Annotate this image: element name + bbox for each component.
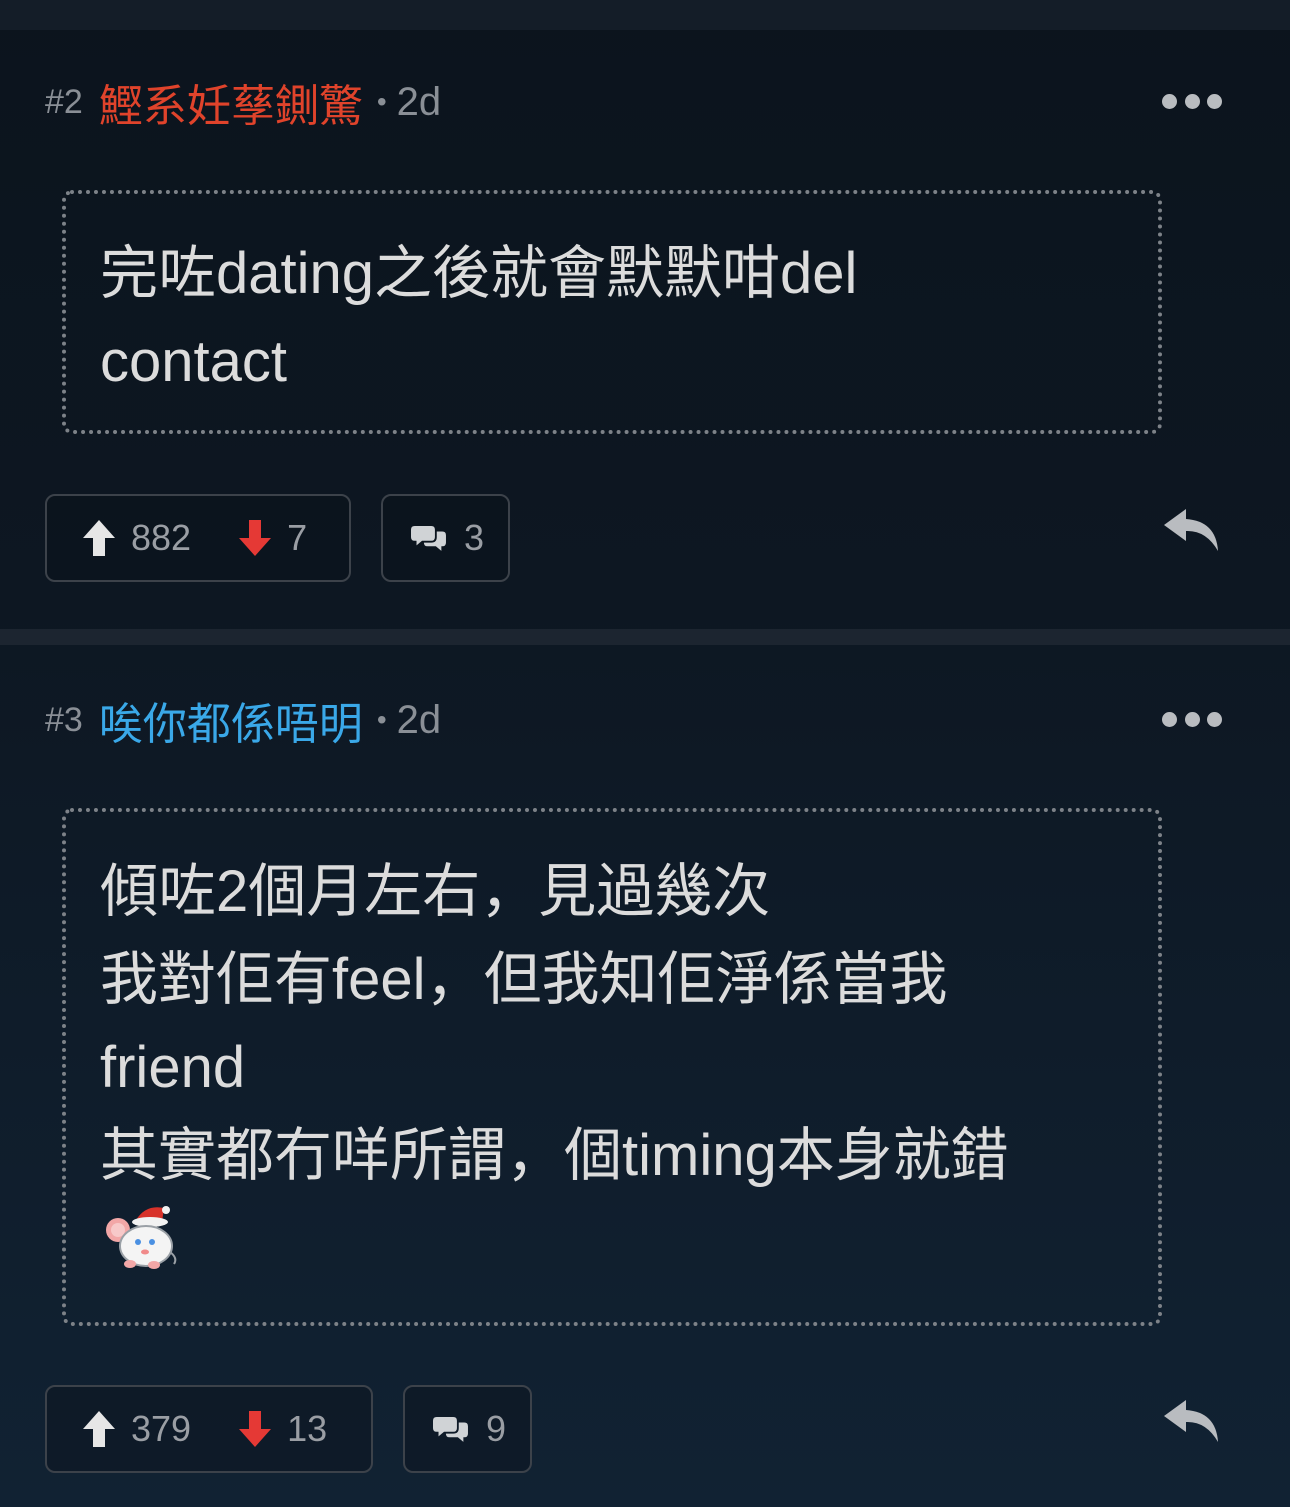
floor-number: #3 (45, 700, 83, 739)
vote-group: 882 7 (45, 494, 351, 582)
post-divider (0, 629, 1290, 645)
downvote-button[interactable]: 13 (237, 1408, 327, 1450)
content-line: contact (100, 329, 287, 394)
arrow-down-icon (239, 1411, 272, 1447)
author-name[interactable]: 鰹系妊孶鍘驚 (99, 70, 363, 134)
top-strip (0, 0, 1290, 30)
arrow-up-icon (83, 1411, 115, 1447)
post-time: 2d (396, 79, 442, 124)
upvote-count: 379 (131, 1408, 192, 1449)
comment-count: 9 (485, 1408, 506, 1449)
comment-count: 3 (463, 517, 484, 558)
more-options-icon[interactable] (1162, 709, 1222, 729)
post-header: #2 鰹系妊孶鍘驚 • 2d (45, 72, 441, 132)
comment-bubble-icon (411, 526, 446, 551)
reply-arrow-icon[interactable] (1162, 1396, 1220, 1444)
upvote-button[interactable]: 882 (81, 517, 191, 559)
more-options-icon[interactable] (1162, 91, 1222, 111)
downvote-button[interactable]: 7 (237, 517, 307, 559)
comment-bubble-icon (433, 1417, 468, 1442)
content-line: friend (100, 1035, 246, 1100)
arrow-down-icon (239, 520, 272, 556)
content-line: 我對佢有feel，但我知佢淨係當我 (100, 947, 948, 1012)
floor-number: #2 (45, 82, 83, 121)
content-line: 傾咗2個月左右，見過幾次 (100, 859, 771, 924)
reply-arrow-icon[interactable] (1162, 505, 1220, 553)
post-time: 2d (396, 697, 442, 742)
post-content: 完咗dating之後就會默默咁del contact (62, 190, 1162, 434)
vote-group: 379 13 (45, 1385, 373, 1473)
post-content: 傾咗2個月左右，見過幾次 我對佢有feel，但我知佢淨係當我 friend 其實… (62, 808, 1162, 1326)
downvote-count: 7 (287, 517, 308, 558)
meta-separator: • (376, 86, 387, 117)
comment-button[interactable]: 9 (403, 1385, 532, 1473)
arrow-up-icon (83, 520, 115, 556)
content-line: 完咗dating之後就會默默咁del (100, 241, 858, 306)
content-line: 其實都冇咩所謂，個timing本身就錯 (100, 1123, 1009, 1188)
author-name[interactable]: 唉你都係唔明 (99, 688, 363, 752)
meta-separator: • (376, 704, 387, 735)
comment-button[interactable]: 3 (381, 494, 510, 582)
downvote-count: 13 (287, 1408, 328, 1449)
post-header: #3 唉你都係唔明 • 2d (45, 690, 441, 750)
upvote-button[interactable]: 379 (81, 1408, 191, 1450)
santa-mouse-sticker (106, 1206, 177, 1269)
upvote-count: 882 (131, 517, 192, 558)
